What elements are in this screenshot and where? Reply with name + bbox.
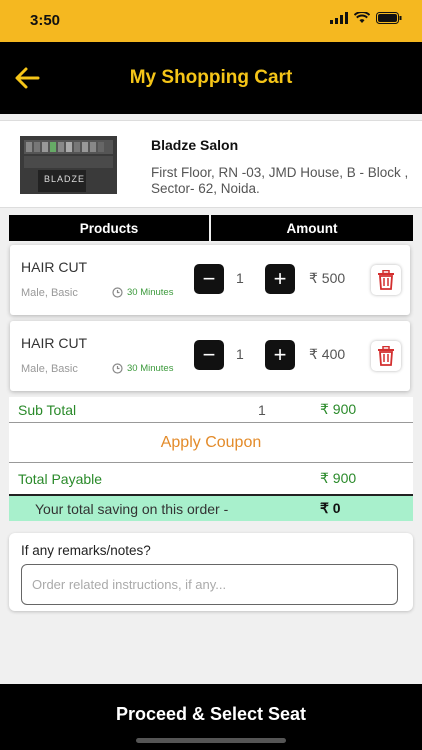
salon-card: BLADZE Bladze Salon First Floor, RN -03,… [0,120,422,208]
subtotal-row: Sub Total 1 ₹ 900 [9,397,413,423]
item-price: ₹ 500 [309,270,346,286]
service-duration: 30 Minutes [112,363,173,374]
clock-icon [112,363,123,374]
proceed-select-seat-button[interactable]: Proceed & Select Seat [0,704,422,725]
service-meta: Male, Basic [21,363,78,375]
cart-table-header: Products Amount [9,215,413,241]
service-meta: Male, Basic [21,287,78,299]
total-label: Total Payable [18,470,103,487]
page-title: My Shopping Cart [129,67,293,88]
remarks-card: If any remarks/notes? [9,533,413,611]
cart-item: HAIR CUT Male, Basic 30 Minutes − 1 + ₹ … [10,245,410,315]
remarks-input[interactable] [21,564,398,605]
item-price: ₹ 400 [309,346,346,362]
back-arrow-icon[interactable] [14,66,40,90]
delete-item-button[interactable] [371,265,401,295]
decrease-quantity-button[interactable]: − [194,264,224,294]
status-time: 3:50 [30,12,61,29]
duration-text: 30 Minutes [127,287,174,298]
battery-icon [376,12,402,24]
salon-logo-text: BLADZE [44,174,86,184]
signal-icon [330,12,348,24]
wifi-icon [354,12,370,23]
apply-coupon-button[interactable]: Apply Coupon [9,423,413,463]
products-header: Products [9,215,209,241]
subtotal-label: Sub Total [18,401,77,418]
salon-address: First Floor, RN -03, JMD House, B - Bloc… [151,165,409,196]
clock-icon [112,287,123,298]
saving-banner: Your total saving on this order - ₹ 0 [9,494,413,521]
service-name: HAIR CUT [21,259,88,275]
quantity-value: 1 [236,270,244,286]
total-amount: ₹ 900 [320,470,357,486]
total-row: Total Payable ₹ 900 [9,463,413,495]
saving-label: Your total saving on this order - [35,500,229,517]
duration-text: 30 Minutes [127,363,174,374]
amount-header: Amount [211,215,413,241]
status-icons [330,12,402,24]
delete-item-button[interactable] [371,341,401,371]
cart-item: HAIR CUT Male, Basic 30 Minutes − 1 + ₹ … [10,321,410,391]
increase-quantity-button[interactable]: + [265,340,295,370]
service-name: HAIR CUT [21,335,88,351]
increase-quantity-button[interactable]: + [265,264,295,294]
status-bar: 3:50 [0,0,422,42]
service-duration: 30 Minutes [112,287,173,298]
trash-icon [378,346,394,366]
order-summary: Sub Total 1 ₹ 900 Apply Coupon Total Pay… [9,397,413,495]
remarks-question: If any remarks/notes? [21,543,151,558]
bottom-bar: Proceed & Select Seat [0,684,422,750]
quantity-value: 1 [236,346,244,362]
trash-icon [378,270,394,290]
salon-name: Bladze Salon [151,137,239,153]
home-indicator [136,738,286,743]
subtotal-amount: ₹ 900 [320,401,357,417]
app-header: My Shopping Cart [0,42,422,114]
salon-image: BLADZE [20,136,117,194]
saving-amount: ₹ 0 [320,500,341,516]
subtotal-count: 1 [258,401,266,418]
decrease-quantity-button[interactable]: − [194,340,224,370]
